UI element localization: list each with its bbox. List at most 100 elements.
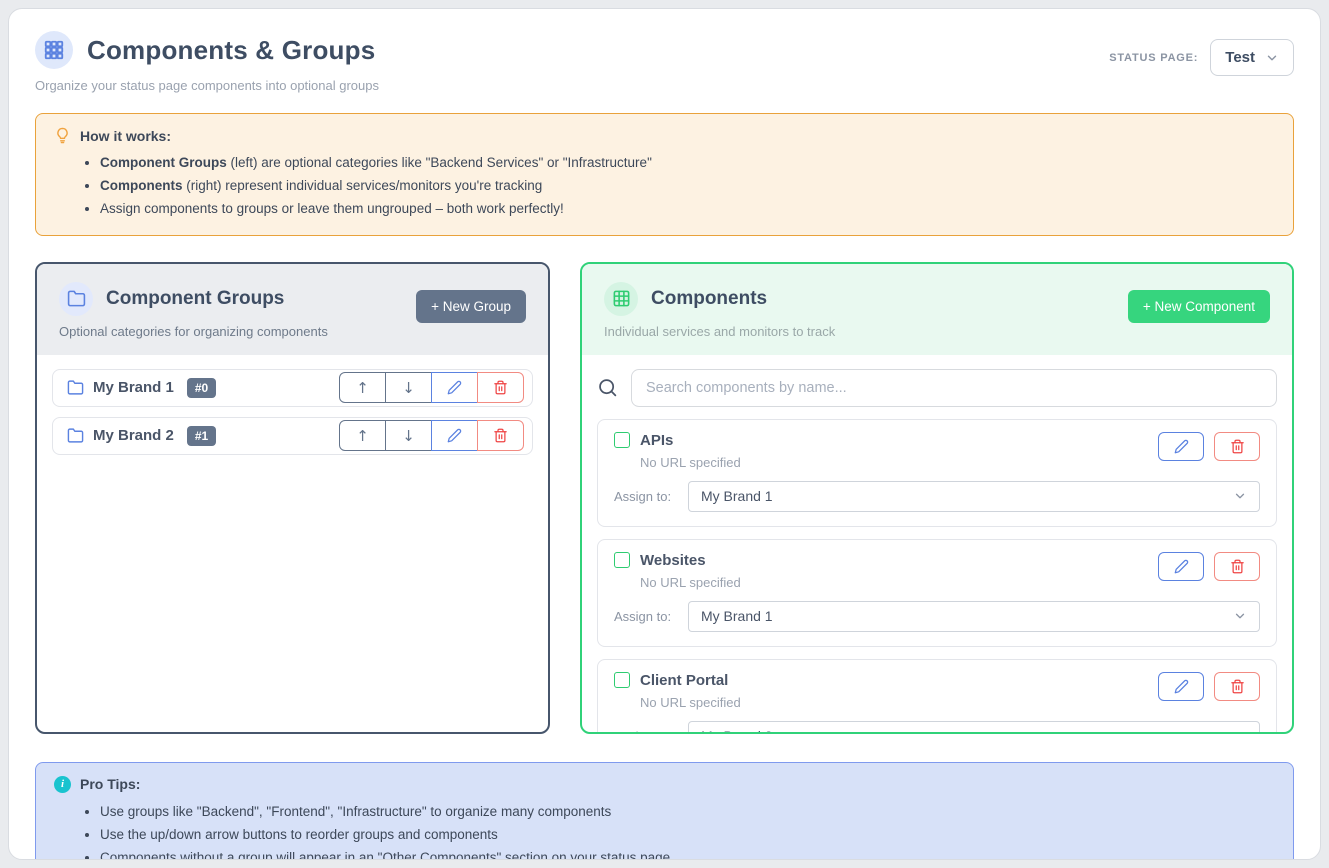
components-panel-subtitle: Individual services and monitors to trac… bbox=[604, 324, 835, 339]
pencil-icon bbox=[447, 380, 462, 395]
component-url-note: No URL specified bbox=[640, 575, 741, 590]
how-it-works-title: How it works: bbox=[80, 128, 171, 144]
assign-to-label: Assign to: bbox=[614, 609, 676, 624]
trash-icon bbox=[1230, 439, 1245, 454]
assigned-group-value: My Brand 1 bbox=[701, 608, 773, 624]
assigned-group-value: My Brand 2 bbox=[701, 728, 773, 734]
how-it-works-item: Assign components to groups or leave the… bbox=[100, 197, 1275, 220]
folder-icon bbox=[67, 289, 86, 308]
pencil-icon bbox=[1174, 559, 1189, 574]
pro-tips-list: Use groups like "Backend", "Frontend", "… bbox=[100, 800, 1275, 860]
trash-icon bbox=[493, 380, 508, 395]
groups-panel-subtitle: Optional categories for organizing compo… bbox=[59, 324, 328, 339]
component-url-note: No URL specified bbox=[640, 455, 741, 470]
pencil-icon bbox=[1174, 439, 1189, 454]
components-panel: Components Individual services and monit… bbox=[580, 262, 1294, 734]
table-grid-badge bbox=[604, 282, 638, 316]
pro-tips-item: Components without a group will appear i… bbox=[100, 846, 1275, 860]
edit-component-button[interactable] bbox=[1158, 432, 1204, 461]
pencil-icon bbox=[1174, 679, 1189, 694]
chevron-down-icon bbox=[1233, 729, 1247, 734]
pro-tips-box: i Pro Tips: Use groups like "Backend", "… bbox=[35, 762, 1294, 860]
assign-group-select[interactable]: My Brand 1 bbox=[688, 601, 1260, 632]
delete-group-button[interactable] bbox=[477, 420, 524, 451]
main-card: Components & Groups Organize your status… bbox=[8, 8, 1321, 860]
pro-tips-title: Pro Tips: bbox=[80, 776, 140, 792]
chevron-down-icon bbox=[1233, 609, 1247, 623]
folder-badge bbox=[59, 282, 93, 316]
edit-component-button[interactable] bbox=[1158, 552, 1204, 581]
arrow-up-icon: ↑ bbox=[356, 427, 369, 445]
lightbulb-icon bbox=[54, 127, 71, 144]
page-title: Components & Groups bbox=[87, 35, 375, 66]
component-card: Websites No URL specified bbox=[597, 539, 1277, 647]
group-row: My Brand 1 #0 ↑ ↓ bbox=[52, 369, 533, 407]
component-search-input[interactable] bbox=[631, 369, 1277, 407]
new-component-button[interactable]: + New Component bbox=[1128, 290, 1270, 323]
move-down-button[interactable]: ↓ bbox=[385, 420, 432, 451]
group-actions: ↑ ↓ bbox=[339, 372, 524, 403]
group-row: My Brand 2 #1 ↑ ↓ bbox=[52, 417, 533, 455]
group-order-badge: #1 bbox=[187, 426, 216, 446]
status-page-value: Test bbox=[1225, 49, 1255, 66]
chevron-down-icon bbox=[1265, 51, 1279, 65]
trash-icon bbox=[1230, 679, 1245, 694]
edit-group-button[interactable] bbox=[431, 372, 478, 403]
how-it-works-list: Component Groups (left) are optional cat… bbox=[100, 151, 1275, 221]
page-header: Components & Groups Organize your status… bbox=[35, 31, 1294, 93]
app-grid-badge bbox=[35, 31, 73, 69]
component-card: Client Portal No URL specified bbox=[597, 659, 1277, 734]
component-search-row bbox=[597, 369, 1277, 407]
pro-tips-item: Use the up/down arrow buttons to reorder… bbox=[100, 823, 1275, 846]
how-it-works-item: Components (right) represent individual … bbox=[100, 174, 1275, 197]
assign-group-select[interactable]: My Brand 2 bbox=[688, 721, 1260, 734]
new-group-button[interactable]: + New Group bbox=[416, 290, 526, 323]
assigned-group-value: My Brand 1 bbox=[701, 488, 773, 504]
folder-icon bbox=[67, 427, 84, 444]
delete-component-button[interactable] bbox=[1214, 552, 1260, 581]
component-checkbox[interactable] bbox=[614, 432, 630, 448]
groups-panel-title: Component Groups bbox=[106, 288, 284, 310]
arrow-down-icon: ↓ bbox=[402, 427, 415, 445]
edit-component-button[interactable] bbox=[1158, 672, 1204, 701]
component-name: APIs bbox=[640, 432, 673, 449]
chevron-down-icon bbox=[1233, 489, 1247, 503]
group-order-badge: #0 bbox=[187, 378, 216, 398]
component-card: APIs No URL specified bbox=[597, 419, 1277, 527]
move-up-button[interactable]: ↑ bbox=[339, 420, 386, 451]
grid-dots-icon bbox=[43, 39, 65, 61]
search-icon bbox=[597, 377, 618, 398]
how-it-works-item: Component Groups (left) are optional cat… bbox=[100, 151, 1275, 174]
how-it-works-box: How it works: Component Groups (left) ar… bbox=[35, 113, 1294, 236]
delete-component-button[interactable] bbox=[1214, 672, 1260, 701]
groups-list: My Brand 1 #0 ↑ ↓ bbox=[37, 355, 548, 479]
edit-group-button[interactable] bbox=[431, 420, 478, 451]
group-actions: ↑ ↓ bbox=[339, 420, 524, 451]
move-down-button[interactable]: ↓ bbox=[385, 372, 432, 403]
component-checkbox[interactable] bbox=[614, 552, 630, 568]
component-groups-panel: Component Groups Optional categories for… bbox=[35, 262, 550, 734]
move-up-button[interactable]: ↑ bbox=[339, 372, 386, 403]
components-panel-header: Components Individual services and monit… bbox=[582, 264, 1292, 355]
folder-icon bbox=[67, 379, 84, 396]
component-name: Client Portal bbox=[640, 672, 728, 689]
trash-icon bbox=[493, 428, 508, 443]
status-page-select[interactable]: Test bbox=[1210, 39, 1294, 76]
assign-group-select[interactable]: My Brand 1 bbox=[688, 481, 1260, 512]
assign-to-label: Assign to: bbox=[614, 489, 676, 504]
assign-to-label: Assign to: bbox=[614, 729, 676, 734]
trash-icon bbox=[1230, 559, 1245, 574]
pro-tips-item: Use groups like "Backend", "Frontend", "… bbox=[100, 800, 1275, 823]
delete-component-button[interactable] bbox=[1214, 432, 1260, 461]
components-panel-title: Components bbox=[651, 288, 767, 310]
component-checkbox[interactable] bbox=[614, 672, 630, 688]
components-list: APIs No URL specified bbox=[597, 419, 1277, 734]
group-name: My Brand 1 bbox=[93, 379, 174, 396]
arrow-down-icon: ↓ bbox=[402, 379, 415, 397]
group-name: My Brand 2 bbox=[93, 427, 174, 444]
page-subtitle: Organize your status page components int… bbox=[35, 78, 379, 93]
table-grid-icon bbox=[612, 289, 631, 308]
delete-group-button[interactable] bbox=[477, 372, 524, 403]
info-icon: i bbox=[54, 776, 71, 793]
component-url-note: No URL specified bbox=[640, 695, 741, 710]
